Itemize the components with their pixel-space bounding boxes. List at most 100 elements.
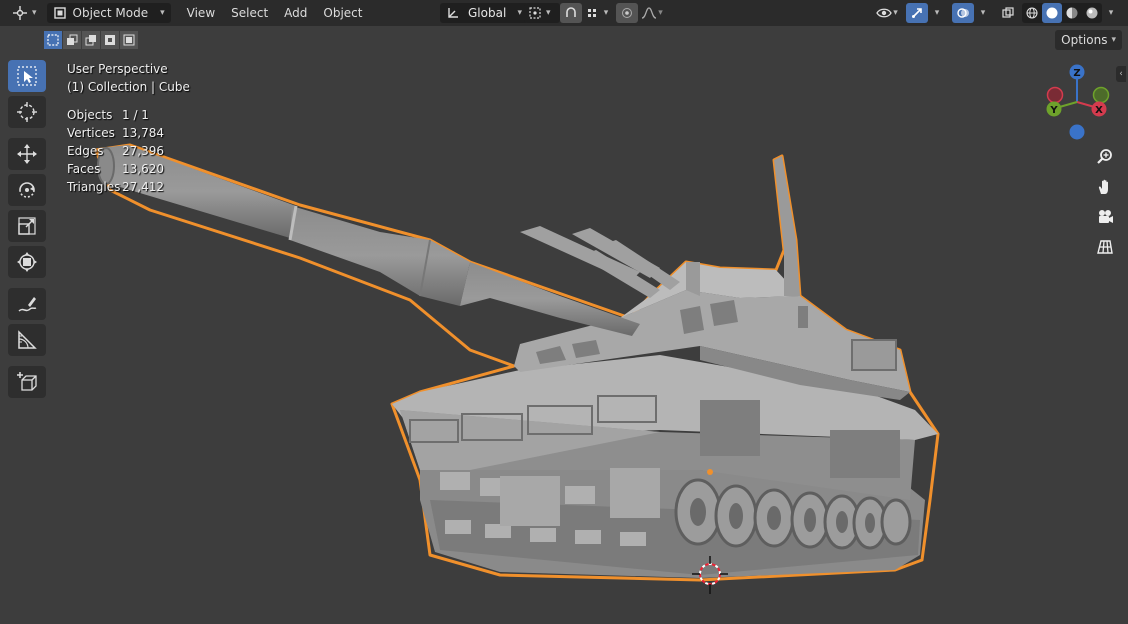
- transform-orientation-dropdown[interactable]: Global ▾: [440, 3, 528, 23]
- shading-wireframe-icon: [1026, 7, 1038, 19]
- snap-icon: [566, 7, 576, 17]
- viewport-header: ▾ Object Mode ▾ View Select Add Object G…: [0, 0, 1128, 26]
- tool-transform[interactable]: [8, 246, 46, 278]
- neg-x-axis-ball[interactable]: [1046, 86, 1064, 104]
- chevron-down-icon: ▾: [980, 8, 986, 18]
- collection-line: (1) Collection | Cube: [67, 80, 190, 94]
- chevron-down-icon: ▾: [603, 8, 609, 18]
- menu-view[interactable]: View: [179, 3, 223, 23]
- sidebar-toggle[interactable]: ‹: [1116, 66, 1126, 82]
- select-invert-icon: [105, 35, 115, 45]
- stat-label: Faces: [67, 162, 101, 176]
- shading-solid-button[interactable]: [1042, 3, 1062, 23]
- gizmo-icon: [912, 8, 922, 18]
- chevron-down-icon: ▾: [934, 8, 940, 18]
- snapping-group: ▾: [560, 3, 612, 23]
- zoom-view-button[interactable]: [1093, 145, 1117, 169]
- tool-annotate[interactable]: [8, 288, 46, 320]
- falloff-dropdown[interactable]: ▾: [638, 3, 666, 23]
- chevron-down-icon: ▾: [893, 8, 898, 18]
- select-extend-button[interactable]: [63, 31, 81, 49]
- navigation-gizmo[interactable]: Z X Y: [1040, 62, 1116, 142]
- y-axis-label: Y: [1049, 105, 1058, 116]
- options-label: Options: [1061, 33, 1108, 47]
- chevron-down-icon: ▾: [658, 8, 663, 18]
- shading-material-button[interactable]: [1062, 3, 1082, 23]
- neg-y-axis-ball[interactable]: [1092, 86, 1110, 104]
- select-subtract-button[interactable]: [82, 31, 100, 49]
- x-axis-label: X: [1095, 105, 1103, 116]
- menu-add[interactable]: Add: [276, 3, 315, 23]
- neg-z-axis-ball[interactable]: [1069, 124, 1085, 140]
- stat-value: 1 / 1: [122, 108, 149, 122]
- shading-wireframe-button[interactable]: [1022, 3, 1042, 23]
- select-subtract-icon: [85, 35, 96, 46]
- pivot-point-icon: [529, 7, 541, 19]
- menu-object[interactable]: Object: [315, 3, 370, 23]
- stat-row: Faces 13,620: [67, 160, 190, 178]
- header-menus: View Select Add Object: [179, 3, 371, 23]
- tool-move[interactable]: [8, 138, 46, 170]
- chevron-down-icon: ▾: [1108, 8, 1114, 18]
- editor-type-icon: [13, 6, 27, 20]
- stat-row: Objects 1 / 1: [67, 106, 190, 124]
- tool-select-box[interactable]: [8, 60, 46, 92]
- gizmo-toggle[interactable]: [906, 3, 928, 23]
- shading-material-icon: [1066, 7, 1078, 19]
- camera-view-button[interactable]: [1093, 205, 1117, 229]
- tool-scale[interactable]: [8, 210, 46, 242]
- camera-icon: [1099, 210, 1113, 223]
- menu-select[interactable]: Select: [223, 3, 276, 23]
- stat-label: Edges: [67, 144, 104, 158]
- chevron-down-icon: ▾: [517, 8, 522, 18]
- shading-dropdown[interactable]: ▾: [1102, 3, 1120, 23]
- viewport-info-overlay: User Perspective (1) Collection | Cube O…: [67, 60, 190, 196]
- chevron-down-icon: ▾: [546, 8, 551, 18]
- pivot-point-dropdown[interactable]: ▾: [524, 3, 560, 23]
- gizmo-dropdown[interactable]: ▾: [928, 3, 946, 23]
- stat-value: 13,620: [122, 162, 164, 176]
- snap-target-dropdown[interactable]: ▾: [582, 3, 612, 23]
- options-dropdown[interactable]: Options ▾: [1055, 30, 1122, 50]
- overlay-dropdown[interactable]: ▾: [974, 3, 992, 23]
- annotate-icon: [18, 297, 37, 312]
- snap-target-icon: [587, 9, 596, 17]
- falloff-icon: [642, 7, 657, 19]
- rotate-icon: [19, 182, 35, 198]
- pan-view-button[interactable]: [1093, 175, 1117, 199]
- mode-selector[interactable]: Object Mode ▾: [46, 3, 171, 23]
- ortho-grid-icon: [1097, 240, 1113, 254]
- tool-add-cube[interactable]: [8, 366, 46, 398]
- mode-label: Object Mode: [72, 6, 149, 20]
- stat-label: Objects: [67, 108, 113, 122]
- select-extend-icon: [67, 34, 78, 45]
- overlay-toggle[interactable]: [952, 3, 974, 23]
- object-visibility-dropdown[interactable]: ▾: [872, 3, 902, 23]
- stat-value: 27,396: [122, 144, 164, 158]
- snap-toggle[interactable]: [560, 3, 582, 23]
- select-new-button[interactable]: [44, 31, 62, 49]
- proportional-edit-toggle[interactable]: [616, 3, 638, 23]
- editor-type-button[interactable]: ▾: [8, 3, 41, 23]
- tool-measure[interactable]: [8, 324, 46, 356]
- chevron-down-icon: ▾: [32, 8, 37, 18]
- proportional-group: ▾: [616, 3, 666, 23]
- tool-cursor[interactable]: [8, 96, 46, 128]
- shading-rendered-button[interactable]: [1082, 3, 1102, 23]
- tool-rotate[interactable]: [8, 174, 46, 206]
- chevron-left-icon: ‹: [1119, 69, 1123, 79]
- view-name: User Perspective: [67, 62, 168, 76]
- stat-row: Vertices 13,784: [67, 124, 190, 142]
- move-icon: [17, 144, 37, 164]
- scene-statistics: Objects 1 / 1 Vertices 13,784 Edges 27,396 …: [67, 106, 190, 196]
- select-intersect-button[interactable]: [120, 31, 138, 49]
- chevron-down-icon: ▾: [160, 8, 165, 18]
- gizmo-group: ▾: [906, 3, 946, 23]
- ortho-toggle-button[interactable]: [1093, 235, 1117, 259]
- transform-orientation-label: Global: [468, 6, 507, 20]
- proportional-edit-icon: [622, 8, 632, 18]
- add-cube-icon: [17, 372, 37, 391]
- stat-row: Triangles 27,412: [67, 178, 190, 196]
- xray-toggle[interactable]: [997, 3, 1019, 23]
- select-invert-button[interactable]: [101, 31, 119, 49]
